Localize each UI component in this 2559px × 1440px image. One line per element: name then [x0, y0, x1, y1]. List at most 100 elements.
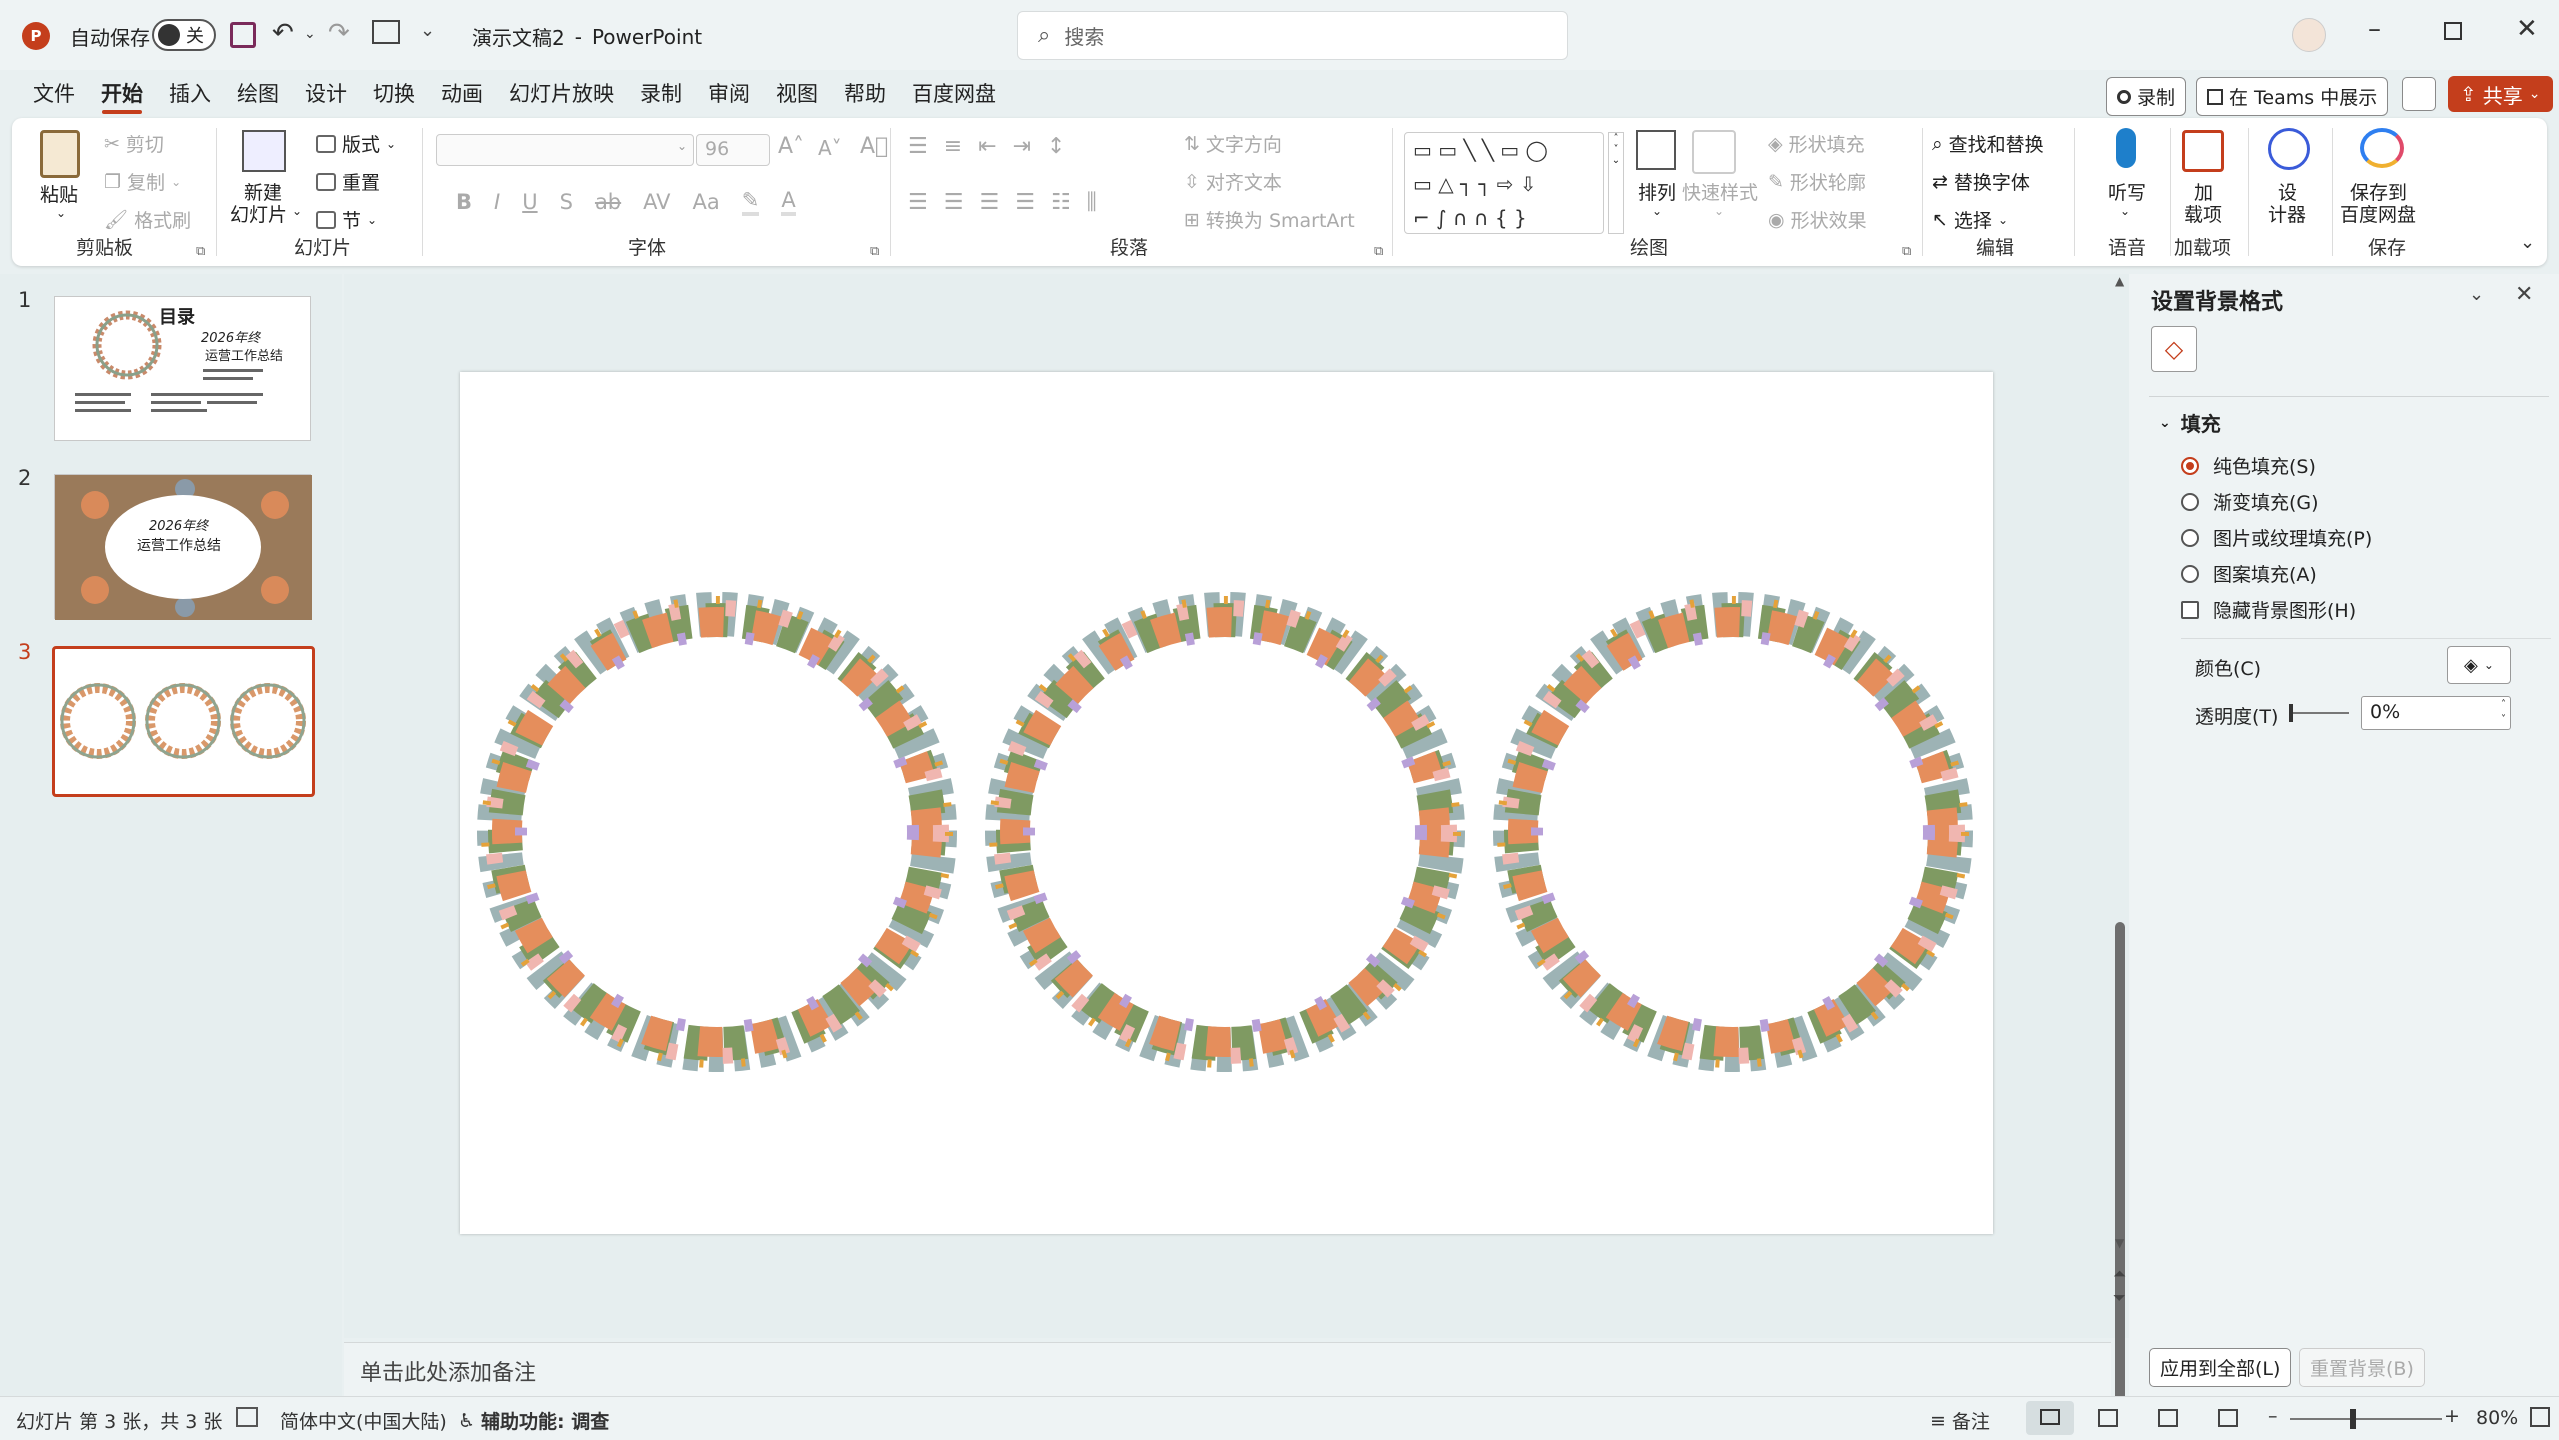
strikethrough-button[interactable]: ab	[595, 190, 621, 214]
share-button[interactable]: ⇪ 共享 ⌄	[2448, 76, 2553, 112]
undo-icon[interactable]: ↶	[272, 18, 294, 48]
shape-outline-button[interactable]: ✎ 形状轮廓	[1768, 168, 1866, 195]
autosave-toggle[interactable]: 关	[152, 19, 216, 51]
justify-icon[interactable]: ☰	[1015, 190, 1035, 215]
radio-gradient-fill[interactable]: 渐变填充(G)	[2181, 488, 2319, 515]
tab-file[interactable]: 文件	[20, 70, 88, 118]
designer-label-2[interactable]: 计器	[2268, 200, 2306, 227]
scrollbar-thumb[interactable]	[2115, 922, 2125, 1440]
tab-help[interactable]: 帮助	[831, 70, 899, 118]
normal-view-button[interactable]	[2026, 1401, 2074, 1435]
fit-to-window-icon[interactable]	[2530, 1407, 2550, 1427]
spin-buttons-icon[interactable]: ˄ ˅	[2501, 697, 2506, 727]
replace-font-button[interactable]: ⇄ 替换字体	[1932, 168, 2030, 195]
paragraph-launcher-icon[interactable]: ⧉	[1374, 244, 1383, 259]
bold-button[interactable]: B	[456, 190, 472, 214]
record-button[interactable]: 录制	[2106, 77, 2187, 116]
vertical-scrollbar[interactable]: ▲ ▼ ⏶ ⏷	[2111, 274, 2129, 1440]
zoom-slider[interactable]	[2290, 1409, 2442, 1429]
next-slide-icon[interactable]: ⏷	[2113, 1288, 2126, 1308]
arrange-label[interactable]: 排列	[1638, 178, 1676, 205]
comments-icon[interactable]	[2402, 77, 2436, 111]
shape-effects-button[interactable]: ◉ 形状效果	[1768, 206, 1867, 233]
zoom-out-icon[interactable]: –	[2268, 1405, 2278, 1427]
floral-wreaths-image[interactable]	[460, 372, 1993, 1234]
smartart-button[interactable]: ⊞ 转换为 SmartArt	[1184, 206, 1355, 233]
drawing-launcher-icon[interactable]: ⧉	[1902, 244, 1911, 259]
quick-styles-icon[interactable]	[1692, 130, 1736, 174]
cut-button[interactable]: ✂ 剪切	[104, 130, 164, 157]
new-slide-label-2[interactable]: 幻灯片	[230, 200, 287, 227]
font-size-select[interactable]: 96	[696, 134, 770, 166]
reset-button[interactable]: 重置	[316, 168, 380, 195]
layout-button[interactable]: 版式 ⌄	[316, 130, 396, 157]
restore-icon[interactable]	[2444, 22, 2462, 40]
tab-view[interactable]: 视图	[763, 70, 831, 118]
designer-icon[interactable]	[2268, 128, 2310, 170]
pane-options-chevron-icon[interactable]: ⌄	[2469, 284, 2484, 305]
tab-animations[interactable]: 动画	[428, 70, 496, 118]
notes-toggle-button[interactable]: ≡ 备注	[1930, 1407, 1990, 1434]
prev-slide-icon[interactable]: ⏶	[2113, 1264, 2126, 1284]
new-slide-dropdown-icon[interactable]: ⌄	[292, 204, 302, 218]
paste-label[interactable]: 粘贴	[40, 180, 78, 207]
decrease-indent-icon[interactable]: ⇤	[978, 134, 996, 159]
microphone-icon[interactable]	[2116, 128, 2136, 168]
customize-toolbar-icon[interactable]: ⌄	[420, 20, 435, 41]
scroll-up-icon[interactable]: ▲	[2115, 274, 2124, 288]
slide-sorter-icon[interactable]	[2098, 1409, 2118, 1427]
slideshow-view-icon[interactable]	[2218, 1409, 2238, 1427]
find-replace-button[interactable]: ⌕ 查找和替换	[1932, 130, 2044, 157]
font-family-select[interactable]: ⌄	[436, 134, 694, 166]
highlight-icon[interactable]: ✎	[741, 188, 760, 216]
paste-icon[interactable]	[40, 130, 80, 178]
fill-category-icon[interactable]: ◇	[2151, 326, 2197, 372]
color-picker-button[interactable]: ◈ ⌄	[2447, 646, 2511, 684]
close-window-icon[interactable]: ✕	[2516, 14, 2538, 44]
shadow-button[interactable]: S	[560, 190, 573, 214]
addins-icon[interactable]	[2182, 130, 2224, 172]
slide-thumbnail-3-selected[interactable]	[52, 646, 315, 797]
language-indicator[interactable]: 简体中文(中国大陆)	[280, 1407, 447, 1434]
columns-icon[interactable]: ⫼	[1087, 190, 1097, 215]
radio-pattern-fill[interactable]: 图案填充(A)	[2181, 560, 2317, 587]
shapes-gallery-scroll[interactable]: ˄ ˅ ⌄	[1608, 132, 1624, 234]
avatar[interactable]	[2292, 18, 2326, 52]
decrease-font-icon[interactable]: A˅	[818, 136, 842, 160]
align-center-icon[interactable]: ☰	[944, 190, 964, 215]
increase-font-icon[interactable]: A˄	[778, 134, 804, 159]
baidu-cloud-icon[interactable]	[2360, 128, 2404, 168]
italic-button[interactable]: I	[494, 190, 500, 214]
tab-home[interactable]: 开始	[88, 70, 156, 118]
slide-canvas[interactable]	[460, 372, 1993, 1234]
format-painter-button[interactable]: 🖌 格式刷	[104, 206, 191, 233]
font-color-icon[interactable]: A	[781, 188, 796, 216]
clipboard-launcher-icon[interactable]: ⧉	[196, 244, 205, 259]
underline-button[interactable]: U	[522, 190, 537, 214]
minimize-icon[interactable]: –	[2368, 14, 2381, 44]
select-button[interactable]: ↖ 选择 ⌄	[1932, 206, 2008, 233]
quick-styles-label[interactable]: 快速样式	[1682, 178, 1758, 205]
transparency-slider[interactable]	[2289, 704, 2349, 722]
distributed-icon[interactable]: ☷	[1051, 190, 1071, 215]
tab-design[interactable]: 设计	[292, 70, 360, 118]
tab-record[interactable]: 录制	[627, 70, 695, 118]
zoom-level[interactable]: 80%	[2476, 1407, 2518, 1429]
notes-pane[interactable]: 单击此处添加备注	[344, 1342, 2111, 1396]
dictate-label[interactable]: 听写	[2108, 178, 2146, 205]
zoom-in-icon[interactable]: +	[2444, 1405, 2460, 1427]
redo-icon[interactable]: ↷	[328, 18, 350, 48]
change-case-button[interactable]: Aa	[693, 190, 720, 214]
slider-handle[interactable]	[2289, 704, 2293, 722]
slide-thumbnail-1[interactable]: 目录 2026年终 运营工作总结	[54, 296, 311, 441]
reading-view-icon[interactable]	[2158, 1409, 2178, 1427]
numbering-icon[interactable]: ≡	[944, 134, 962, 159]
tab-transitions[interactable]: 切换	[360, 70, 428, 118]
new-slide-icon[interactable]	[242, 130, 286, 172]
radio-solid-fill[interactable]: 纯色填充(S)	[2181, 452, 2316, 479]
collapse-ribbon-icon[interactable]: ⌄	[2520, 232, 2535, 253]
teams-present-button[interactable]: 在 Teams 中展示	[2196, 77, 2389, 116]
tab-baidu[interactable]: 百度网盘	[899, 70, 1009, 118]
dictate-dropdown-icon[interactable]: ⌄	[2120, 204, 2130, 218]
shapes-gallery[interactable]: ▭ ▭ ╲ ╲ ▭ ◯ ▭ △ ┐ ┐ ⇨ ⇩ ⌐ ∫ ∩ ∩ { }	[1404, 132, 1604, 234]
